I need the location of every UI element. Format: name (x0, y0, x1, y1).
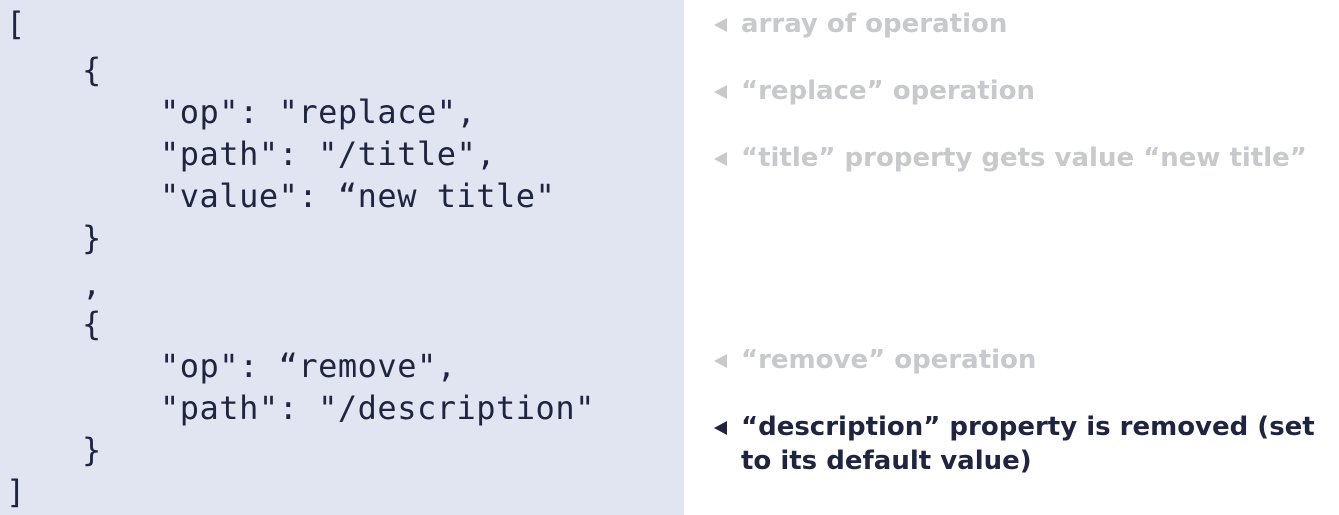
annotation-description-removed: “description” property is removed (set t… (714, 410, 1336, 478)
annotation-remove-operation: “remove” operation (714, 343, 1336, 377)
code-line-value-new-title: "value": “new title" (160, 177, 556, 215)
code-line-open-object: { (82, 305, 102, 343)
code-line-separator-comma: , (82, 265, 102, 303)
code-line-path-description: "path": "/description" (160, 389, 595, 427)
code-line-path-title: "path": "/title", (160, 135, 497, 173)
annotation-array: array of operation (714, 7, 1336, 41)
annotation-text: “remove” operation (741, 345, 1037, 375)
code-panel: [ { "op": "replace", "path": "/title", "… (0, 0, 684, 515)
code-line-close-object: } (82, 431, 102, 469)
triangle-left-icon (714, 152, 727, 166)
annotation-text: “replace” operation (741, 76, 1035, 106)
annotation-title-value: “title” property gets value “new title” (714, 141, 1336, 175)
annotation-text: array of operation (741, 9, 1008, 39)
code-line-close-object: } (82, 219, 102, 257)
annotation-text: “description” property is removed (set t… (741, 412, 1315, 476)
code-line-open-object: { (82, 51, 102, 89)
code-line-op-remove: "op": “remove", (160, 347, 457, 385)
code-line-close-array: ] (6, 473, 26, 511)
triangle-left-icon (714, 354, 727, 368)
code-line-open-array: [ (6, 5, 26, 43)
annotation-replace-operation: “replace” operation (714, 74, 1336, 108)
code-line-op-replace: "op": "replace", (160, 93, 477, 131)
triangle-left-icon (714, 421, 727, 435)
annotation-text: “title” property gets value “new title” (741, 143, 1307, 173)
triangle-left-icon (714, 85, 727, 99)
json-patch-slide: [ { "op": "replace", "path": "/title", "… (0, 0, 1339, 515)
triangle-left-icon (714, 18, 727, 32)
